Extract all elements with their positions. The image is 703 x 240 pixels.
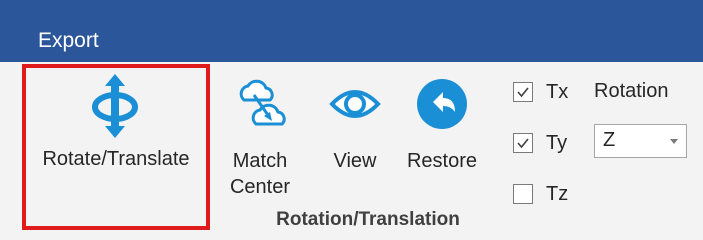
restore-button[interactable]: Restore [400, 78, 484, 178]
view-button[interactable]: View [325, 78, 385, 178]
checkmark-icon [517, 138, 529, 149]
rotation-axis-select[interactable]: Z [594, 124, 687, 158]
restore-icon [417, 79, 467, 129]
ty-label: Ty [546, 132, 568, 154]
group-label-rotation-translation: Rotation/Translation [276, 209, 460, 230]
check-tx[interactable]: Tx [513, 80, 573, 108]
match-center-label-line2: Center [229, 176, 291, 198]
tz-checkbox[interactable] [513, 184, 533, 204]
eye-icon [329, 90, 381, 118]
rotation-axis-value: Z [603, 129, 616, 151]
checkmark-icon [517, 87, 529, 98]
tz-label: Tz [546, 183, 569, 205]
chevron-down-icon[interactable] [670, 139, 678, 144]
view-label: View [333, 150, 377, 172]
match-center-button[interactable]: Match Center [228, 78, 292, 208]
tx-label: Tx [546, 81, 569, 103]
match-center-label-line1: Match [232, 150, 288, 172]
selection-highlight [22, 64, 210, 230]
check-tz[interactable]: Tz [513, 182, 573, 210]
rotation-label: Rotation [594, 80, 669, 102]
check-ty[interactable]: Ty [513, 131, 573, 159]
ty-checkbox[interactable] [513, 133, 533, 153]
title-bar: Export [0, 0, 703, 62]
tx-checkbox[interactable] [513, 82, 533, 102]
restore-label: Restore [406, 150, 478, 172]
match-center-icon [239, 79, 286, 126]
tab-export[interactable]: Export [30, 20, 107, 62]
